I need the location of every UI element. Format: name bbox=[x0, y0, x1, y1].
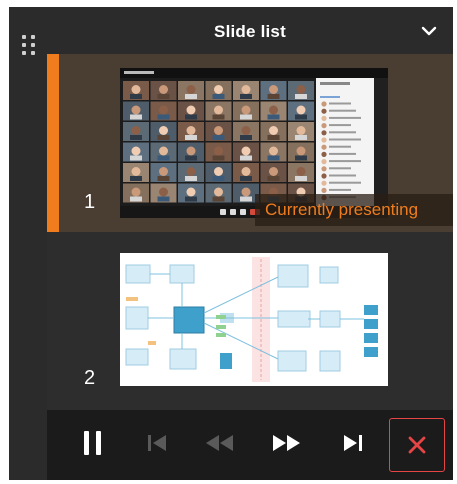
slide-item-1[interactable]: 1 Currently presenting bbox=[47, 54, 453, 232]
slide-number: 1 bbox=[84, 191, 96, 213]
active-slide-indicator bbox=[47, 54, 59, 232]
skip-to-end-icon bbox=[344, 435, 362, 451]
slide-list: 1 Currently presenting 2 bbox=[47, 54, 453, 410]
drag-tab[interactable] bbox=[9, 7, 47, 87]
rewind-icon bbox=[206, 435, 233, 451]
slide-item-2[interactable]: 2 bbox=[47, 232, 453, 410]
stop-presenting-button[interactable] bbox=[389, 418, 445, 472]
slide-number: 2 bbox=[84, 367, 96, 389]
currently-presenting-badge: Currently presenting bbox=[255, 194, 453, 226]
rewind-button[interactable] bbox=[202, 425, 238, 461]
pause-button[interactable] bbox=[75, 425, 111, 461]
panel-title: Slide list bbox=[214, 22, 286, 41]
fast-forward-icon bbox=[273, 435, 300, 451]
panel-header: Slide list bbox=[47, 7, 453, 54]
chevron-down-icon[interactable] bbox=[421, 25, 437, 37]
network-diagram-thumbnail bbox=[120, 253, 388, 386]
skip-to-start-icon bbox=[148, 435, 166, 451]
close-icon bbox=[408, 436, 426, 454]
skip-to-end-button[interactable] bbox=[335, 425, 371, 461]
playback-controls bbox=[47, 410, 453, 480]
slide-thumbnail-2[interactable] bbox=[120, 253, 388, 386]
drag-handle-icon[interactable] bbox=[22, 35, 36, 57]
pause-icon bbox=[84, 431, 101, 455]
skip-to-start-button[interactable] bbox=[139, 425, 175, 461]
fast-forward-button[interactable] bbox=[269, 425, 305, 461]
